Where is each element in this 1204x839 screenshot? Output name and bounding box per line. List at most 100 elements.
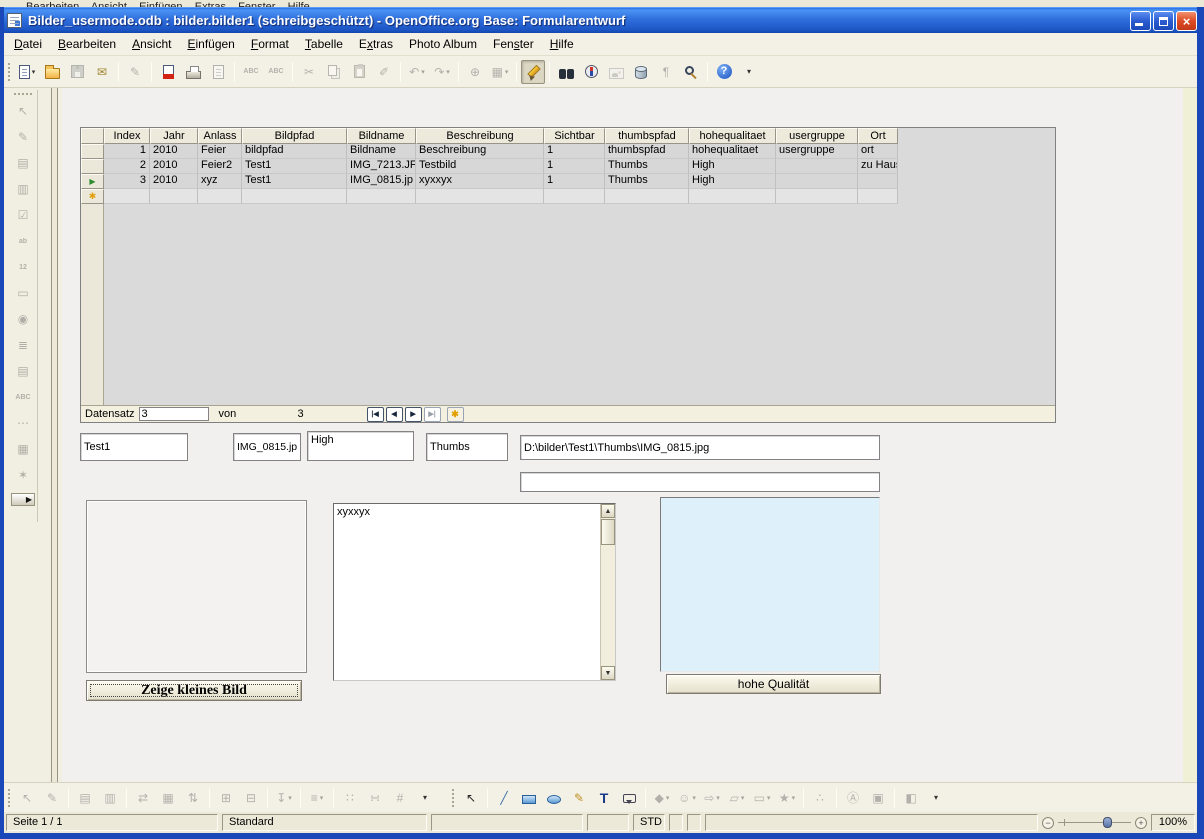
replace-control-button[interactable]: ⇄ [131,786,155,810]
hyperlink-button[interactable]: ⊕ [463,60,487,84]
vertical-scrollbar[interactable]: ▲ ▼ [600,504,615,680]
menu-tabelle[interactable]: Tabelle [297,34,351,54]
cell-bildname[interactable]: IMG_0815.jp [347,174,416,189]
row-header[interactable] [81,159,104,174]
form-navigator-button[interactable]: ⊞ [214,786,238,810]
line-button[interactable]: ╱ [492,786,516,810]
column-header-ort[interactable]: Ort [858,128,898,144]
menu-einfuegen[interactable]: Einfügen [179,34,242,54]
menu-datei[interactable]: Datei [6,34,50,54]
basic-shapes-dropdown-icon[interactable]: ▾ [666,794,670,802]
column-header-index[interactable]: Index [104,128,150,144]
toolbar-options-button[interactable]: ▾ [413,786,437,810]
menu-format[interactable]: Format [243,34,297,54]
cell-thumbspfad[interactable]: Thumbs [605,174,689,189]
cell-index[interactable]: 2 [104,159,150,174]
extra-field[interactable] [520,472,880,492]
column-header-beschreibung[interactable]: Beschreibung [416,128,544,144]
bildpfad-field[interactable] [80,433,188,461]
cell-ort[interactable]: zu Haus [858,159,898,174]
column-header-bildpfad[interactable]: Bildpfad [242,128,347,144]
cell-hohequalitaet[interactable]: High [689,174,776,189]
column-header-bildname[interactable]: Bildname [347,128,416,144]
design-mode-button[interactable]: ✎ [11,125,35,149]
form-properties-button[interactable]: ▥ [98,786,122,810]
block-arrows-dropdown-icon[interactable]: ▾ [716,794,720,802]
cell-sichtbar[interactable] [544,189,605,204]
cell-hohequalitaet[interactable] [689,189,776,204]
anchor-button[interactable]: ↧▾ [272,786,296,810]
redo-dropdown-icon[interactable]: ▾ [446,68,450,76]
select-button[interactable]: ↖ [15,786,39,810]
cell-bildpfad[interactable] [242,189,347,204]
cell-bildpfad[interactable]: Test1 [242,174,347,189]
spellcheck-button[interactable]: ABC [239,60,263,84]
toolbar-overflow-button[interactable]: ▶ [11,493,35,506]
control-properties-button[interactable]: ▤ [73,786,97,810]
paste-button[interactable] [347,60,371,84]
form-design-button[interactable]: ▦ [11,437,35,461]
symbol-shapes-dropdown-icon[interactable]: ▾ [692,794,696,802]
print-button[interactable] [181,60,205,84]
vertical-splitter[interactable] [51,88,58,782]
cell-thumbspfad[interactable]: thumbspfad [605,144,689,159]
toolbar-grip[interactable] [13,92,33,97]
edit-file-button[interactable]: ✎ [123,60,147,84]
callout-shapes-dropdown-icon[interactable]: ▾ [767,794,771,802]
cell-jahr[interactable] [150,189,198,204]
cell-ort[interactable] [858,189,898,204]
cell-anlass[interactable]: xyz [198,174,242,189]
option-button-button[interactable]: ◉ [11,307,35,331]
cell-index[interactable] [104,189,150,204]
menu-bearbeiten[interactable]: Bearbeiten [50,34,124,54]
select-button[interactable]: ↖ [11,99,35,123]
undo-button[interactable]: ↶▾ [405,60,429,84]
snap-to-grid-button[interactable]: ∺ [363,786,387,810]
add-field-button[interactable]: ⊟ [239,786,263,810]
redo-button[interactable]: ↷▾ [430,60,454,84]
callouts-button[interactable] [617,786,641,810]
zoom-thumb[interactable] [1103,817,1112,828]
navigator-button[interactable] [579,60,603,84]
flowchart-dropdown-icon[interactable]: ▾ [741,794,745,802]
scrollbar-thumb[interactable] [601,519,615,545]
cell-index[interactable]: 1 [104,144,150,159]
zoom-out-icon[interactable]: − [1042,817,1054,829]
cell-ort[interactable] [858,174,898,189]
page-preview-button[interactable] [206,60,230,84]
toolbar-grip[interactable] [7,788,12,808]
freeform-line-button[interactable]: ✎ [567,786,591,810]
text-button[interactable]: T [592,786,616,810]
cell-hohequalitaet[interactable]: hohequalitaet [689,144,776,159]
menu-fenster[interactable]: Fenster [485,34,542,54]
wizards-button[interactable]: ✶ [11,463,35,487]
symbol-shapes-button[interactable]: ☺▾ [675,786,699,810]
activation-order-button[interactable]: ⇅ [181,786,205,810]
cut-button[interactable]: ✂ [297,60,321,84]
select-button[interactable]: ↖ [459,786,483,810]
callout-shapes-button[interactable]: ▭▾ [750,786,774,810]
label-field-button[interactable]: ABC [11,385,35,409]
new-document-button[interactable]: ▾ [15,60,39,84]
cell-thumbspfad[interactable] [605,189,689,204]
cell-sichtbar[interactable]: 1 [544,144,605,159]
cell-bildname[interactable]: Bildname [347,144,416,159]
cell-beschreibung[interactable]: Beschreibung [416,144,544,159]
status-selection-mode[interactable]: STD [633,814,665,831]
stars-dropdown-icon[interactable]: ▾ [792,794,796,802]
column-header-thumbspfad[interactable]: thumbspfad [605,128,689,144]
points-button[interactable]: ∴ [808,786,832,810]
ellipse-button[interactable] [542,786,566,810]
cell-bildname[interactable]: IMG_7213.JF [347,159,416,174]
menu-hilfe[interactable]: Hilfe [542,34,582,54]
last-record-button[interactable]: ▶| [424,407,441,422]
combo-box-button[interactable]: ▤ [11,359,35,383]
new-record-button[interactable]: ✱ [447,407,464,422]
show-small-image-button[interactable]: Zeige kleines Bild [86,680,302,701]
beschreibung-textarea[interactable]: xyxxyx ▲ ▼ [333,503,616,681]
cell-jahr[interactable]: 2010 [150,144,198,159]
scroll-up-icon[interactable]: ▲ [601,504,615,518]
insert-table-dropdown-icon[interactable]: ▾ [505,68,509,76]
qualitaet-field[interactable] [307,431,414,461]
data-sources-button[interactable] [629,60,653,84]
